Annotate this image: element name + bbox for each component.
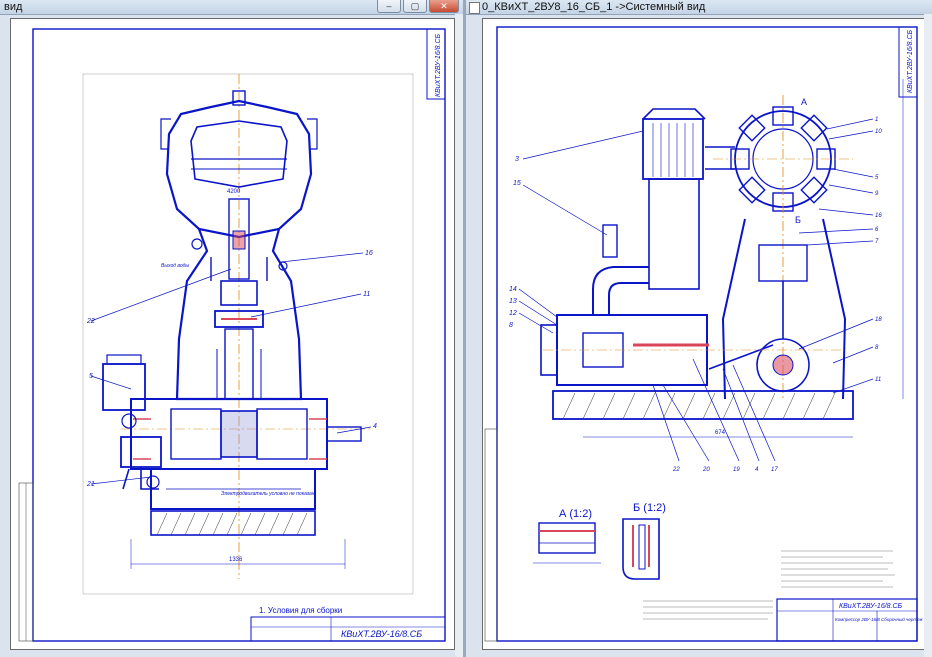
callout-bottom-4: 4: [755, 467, 759, 473]
right-window-title: 0_КВиХТ_2ВУ8_16_СБ_1 ->Системный вид: [482, 1, 706, 13]
callout-left-12: 12: [509, 310, 517, 317]
callout-right-5: 5: [875, 175, 879, 181]
callout-right-8: 8: [875, 345, 879, 351]
callout-bottom-22: 22: [672, 467, 680, 473]
callout-21: 21: [86, 481, 95, 488]
callout-right-7: 7: [875, 239, 879, 245]
left-vertical-scrollbar[interactable]: [455, 14, 463, 657]
callout-left-3: 3: [515, 156, 519, 163]
callout-5: 5: [89, 373, 93, 380]
left-titlebar[interactable]: вид – ▢ ✕: [0, 0, 463, 15]
callout-bottom-20: 20: [702, 467, 710, 473]
section-letter-b: Б: [795, 215, 801, 225]
callout-right-11: 11: [875, 377, 881, 383]
callout-right-9: 9: [875, 191, 879, 197]
callout-22: 22: [86, 318, 95, 325]
motor-note: Электродвигатель условно не показан: [221, 491, 315, 497]
view-b-label: Б (1:2): [633, 502, 666, 514]
callout-left-14: 14: [509, 286, 517, 293]
left-stamp-text: КВиХТ.2ВУ-16/8.СБ: [341, 629, 422, 639]
left-drawing-sheet[interactable]: КВиХТ.2ВУ-16/8.СБ КВиХТ.2ВУ-16/8.СБ 1. У…: [10, 18, 455, 650]
right-stamp-subtitle: Компрессор 2ВУ-16/8 Сборочный чертеж: [835, 616, 924, 622]
left-window-controls: – ▢ ✕: [377, 0, 459, 13]
view-a-label: А (1:2): [559, 508, 592, 520]
right-drawing-sheet[interactable]: КВиХТ.2ВУ-16/8.СБ КВиХТ.2ВУ-16/8.СБ Комп…: [482, 18, 928, 650]
document-icon: [469, 2, 480, 14]
callout-4: 4: [373, 423, 377, 430]
callout-bottom-17: 17: [771, 467, 778, 473]
callout-right-1: 1: [875, 117, 878, 123]
callout-16: 16: [365, 250, 373, 257]
callout-right-6: 6: [875, 227, 879, 233]
left-drawing-window[interactable]: вид – ▢ ✕ КВиХТ.2ВУ-16/8.СБ КВиХТ.2ВУ-16…: [0, 0, 463, 657]
minimize-button[interactable]: –: [377, 0, 401, 13]
callout-11: 11: [363, 291, 370, 298]
left-sheet-label: 1. Условия для сборки: [259, 606, 342, 615]
left-window-title: вид: [4, 1, 23, 13]
dim-bottom-right: 674: [715, 430, 726, 436]
right-stamp-vertical: КВиХТ.2ВУ-16/8.СБ: [907, 29, 914, 93]
section-letter-a: А: [801, 97, 807, 107]
left-dim-top: 4200: [227, 189, 241, 195]
callout-left-15: 15: [513, 180, 521, 187]
maximize-button[interactable]: ▢: [403, 0, 427, 13]
callout-left-8: 8: [509, 322, 513, 329]
callout-bottom-19: 19: [733, 467, 740, 473]
callout-left-13: 13: [509, 298, 517, 305]
left-stamp-vertical: КВиХТ.2ВУ-16/8.СБ: [435, 33, 442, 97]
right-titlebar[interactable]: 0_КВиХТ_2ВУ8_16_СБ_1 ->Системный вид: [466, 0, 932, 15]
left-compressor-drawing: КВиХТ.2ВУ-16/8.СБ КВиХТ.2ВУ-16/8.СБ 1. У…: [18, 28, 446, 642]
callout-right-10: 10: [875, 129, 882, 135]
inlet-label: Выход воды: [161, 263, 189, 269]
callout-right-16: 16: [875, 213, 882, 219]
right-stamp-text: КВиХТ.2ВУ-16/8.СБ: [839, 603, 903, 610]
callout-right-18: 18: [875, 317, 882, 323]
right-compressor-drawing: КВиХТ.2ВУ-16/8.СБ КВиХТ.2ВУ-16/8.СБ Комп…: [484, 26, 924, 642]
left-dim-bottom: 1336: [229, 557, 243, 563]
close-button[interactable]: ✕: [429, 0, 459, 13]
right-vertical-scrollbar[interactable]: [924, 14, 932, 657]
right-drawing-window[interactable]: 0_КВиХТ_2ВУ8_16_СБ_1 ->Системный вид КВи…: [466, 0, 932, 657]
